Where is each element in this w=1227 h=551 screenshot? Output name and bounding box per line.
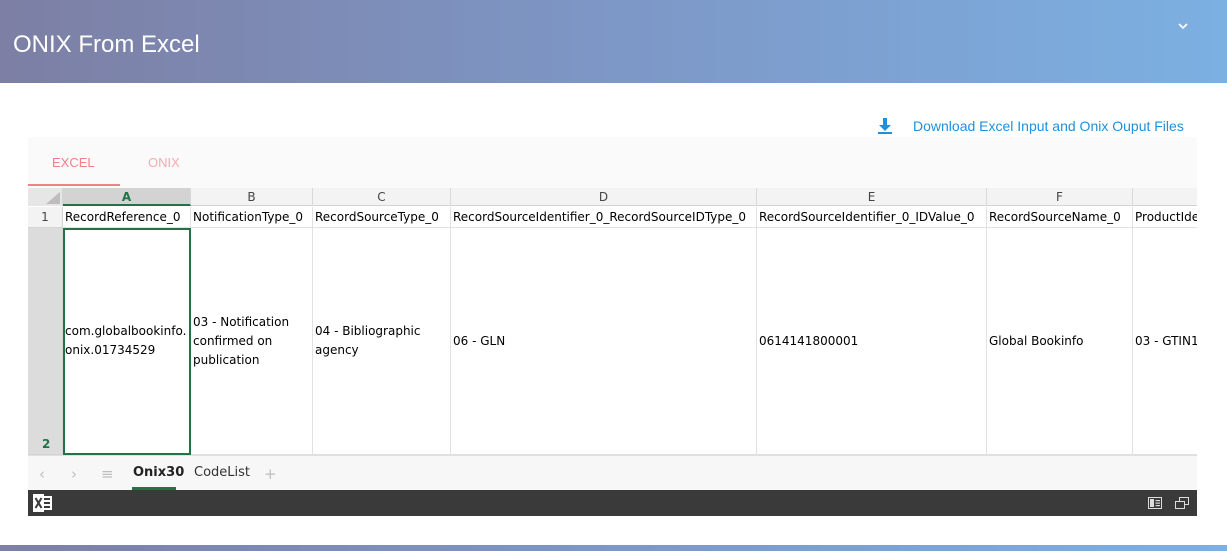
column-header-b[interactable]: B (191, 188, 313, 206)
cell-e1[interactable]: RecordSourceIdentifier_0_IDValue_0 (757, 207, 987, 228)
cell-b2[interactable]: 03 - Notification confirmed on publicati… (191, 228, 313, 455)
cell-f1[interactable]: RecordSourceName_0 (987, 207, 1133, 228)
sheet-tab-onix30[interactable]: Onix30 (133, 465, 184, 480)
cell-g2[interactable]: 03 - GTIN13 (1133, 228, 1197, 455)
column-header-c[interactable]: C (313, 188, 451, 206)
active-tab-indicator (28, 184, 120, 186)
cell-e2[interactable]: 0614141800001 (757, 228, 987, 455)
tab-excel[interactable]: EXCEL (52, 155, 95, 170)
footer-bar (0, 545, 1227, 551)
plus-icon[interactable]: + (264, 465, 277, 483)
chevron-left-icon[interactable]: ‹ (39, 465, 45, 483)
excel-logo-icon (33, 494, 52, 512)
row-header-1[interactable]: 1 (28, 207, 63, 228)
column-header-f[interactable]: F (987, 188, 1133, 206)
cell-c2[interactable]: 04 - Bibliographic agency (313, 228, 451, 455)
menu-icon[interactable]: ≡ (101, 465, 114, 483)
app-title: ONIX From Excel (13, 31, 200, 58)
sheet-tab-bar: ‹ › ≡ Onix30 CodeList + (28, 455, 1197, 490)
page-view-icon[interactable] (1175, 497, 1189, 509)
spreadsheet-panel: EXCEL ONIX A B C D E F 1 2 RecordReferen… (28, 137, 1197, 516)
view-tabs: EXCEL ONIX (28, 137, 1197, 187)
cell-c1[interactable]: RecordSourceType_0 (313, 207, 451, 228)
cell-a1[interactable]: RecordReference_0 (63, 207, 191, 228)
cell-d2[interactable]: 06 - GLN (451, 228, 757, 455)
status-bar (28, 490, 1197, 516)
sheet-tab-codelist[interactable]: CodeList (194, 465, 250, 480)
column-header-a[interactable]: A (63, 188, 191, 206)
cell-d1[interactable]: RecordSourceIdentifier_0_RecordSourceIDT… (451, 207, 757, 228)
normal-view-icon[interactable] (1148, 497, 1162, 509)
cell-a2[interactable]: com.globalbookinfo.onix.01734529 (63, 228, 191, 455)
row-header-2[interactable]: 2 (28, 228, 63, 455)
row-number-2: 2 (42, 437, 51, 451)
column-header-e[interactable]: E (757, 188, 987, 206)
chevron-down-icon[interactable] (1176, 19, 1190, 33)
chevron-right-icon[interactable]: › (71, 465, 77, 483)
cell-f2[interactable]: Global Bookinfo (987, 228, 1133, 455)
download-label: Download Excel Input and Onix Ouput File… (913, 118, 1184, 134)
tab-onix[interactable]: ONIX (148, 155, 180, 170)
cell-g1[interactable]: ProductIde (1133, 207, 1197, 228)
download-files-link[interactable]: Download Excel Input and Onix Ouput File… (877, 115, 1184, 137)
column-header-g[interactable] (1133, 188, 1197, 206)
app-header: ONIX From Excel (0, 0, 1227, 83)
cell-b1[interactable]: NotificationType_0 (191, 207, 313, 228)
spreadsheet-grid: A B C D E F 1 2 RecordReference_0 Notifi… (28, 188, 1197, 455)
download-icon (878, 118, 892, 134)
column-header-row: A B C D E F (28, 188, 1197, 206)
column-header-d[interactable]: D (451, 188, 757, 206)
select-all-corner[interactable] (28, 188, 63, 206)
